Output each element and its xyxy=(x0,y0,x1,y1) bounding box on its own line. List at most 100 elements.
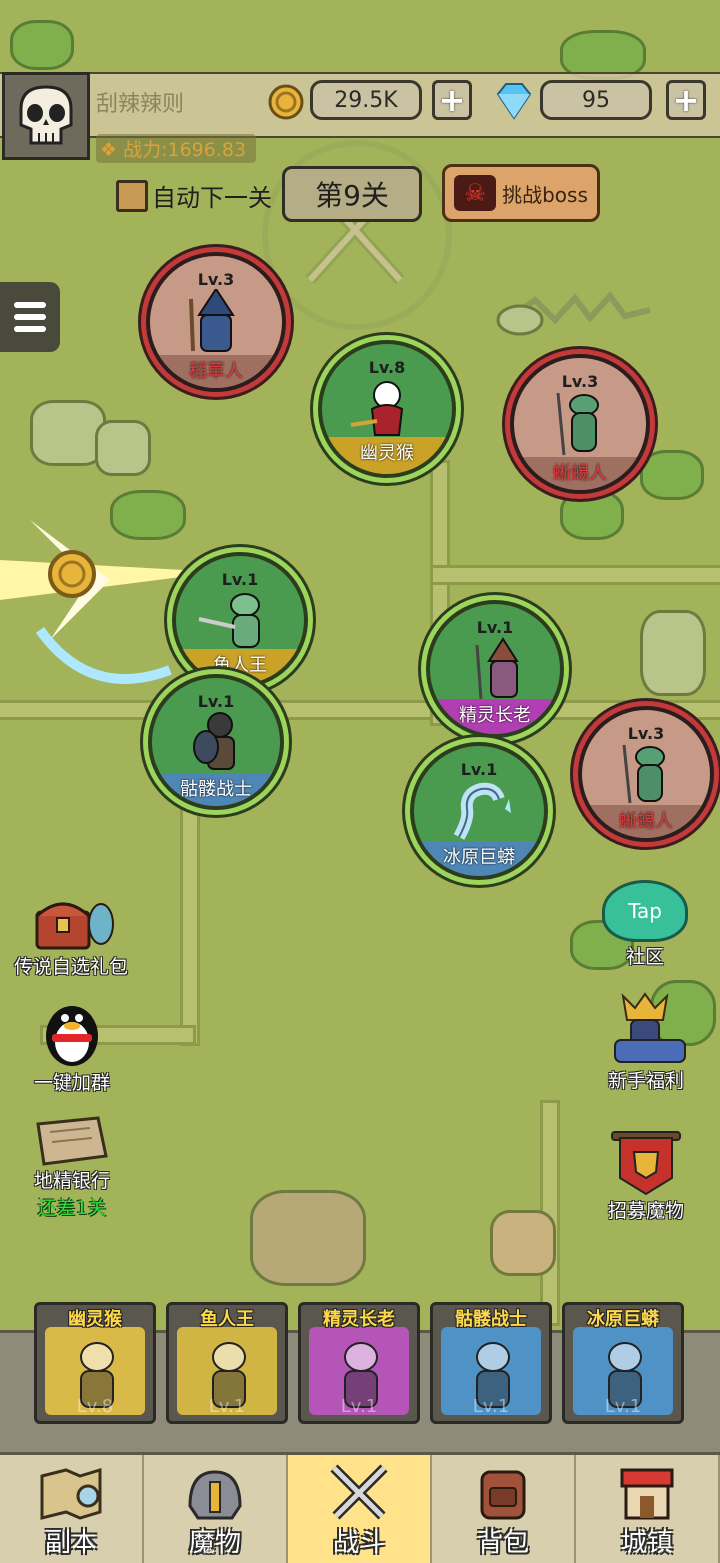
monster-level: Lv.1 xyxy=(197,692,235,711)
lizard-figure-icon xyxy=(582,743,710,805)
power-icon: ❖ xyxy=(100,139,118,161)
side-menu-button[interactable] xyxy=(0,282,60,352)
team-card-level: Lv.1 xyxy=(208,1396,246,1417)
stage-indicator: 第9关 xyxy=(282,166,422,222)
nav-dungeon[interactable]: 副本 xyxy=(0,1455,144,1563)
team-card[interactable]: 骷髅战士 Lv.1 xyxy=(430,1302,552,1424)
challenge-boss-button[interactable]: ☠ 挑战boss xyxy=(442,164,600,222)
tree xyxy=(640,450,704,500)
menu-line xyxy=(14,314,46,320)
skeleton-warrior-figure-icon xyxy=(152,711,280,773)
ally-monster-skeleton-warrior[interactable]: Lv.1 骷髅战士 xyxy=(148,674,284,810)
elf-elder-figure-icon xyxy=(430,637,560,699)
taptap-logo-icon: Tap xyxy=(602,880,688,942)
monster-level: Lv.1 xyxy=(221,570,259,589)
team-card-name: 骷髅战士 xyxy=(455,1309,527,1330)
ally-monster-elf-elder[interactable]: Lv.1 精灵长老 xyxy=(426,600,564,738)
auto-next-checkbox[interactable] xyxy=(116,179,148,212)
ally-monster-ghost-monkey[interactable]: Lv.8 幽灵猴 xyxy=(318,340,456,478)
enemy-monster-lizardman-2[interactable]: Lv.3 蜥蜴人 xyxy=(578,706,714,842)
community-button[interactable]: Tap 社区 xyxy=(600,880,690,969)
bank-book-icon xyxy=(36,1116,108,1166)
penguin-icon xyxy=(46,1006,98,1066)
tree xyxy=(10,20,74,70)
team-card[interactable]: 幽灵猴 Lv.8 xyxy=(34,1302,156,1424)
monster-level: Lv.3 xyxy=(627,724,665,743)
map-road xyxy=(430,565,720,585)
monster-level: Lv.1 xyxy=(460,760,498,779)
team-card-level: Lv.1 xyxy=(472,1396,510,1417)
community-label: 社区 xyxy=(625,946,664,968)
goblin-bank-label: 地精银行 xyxy=(33,1170,110,1192)
crossed-swords-icon xyxy=(330,1464,388,1520)
shop-icon xyxy=(620,1468,674,1520)
ally-monster-merman-king[interactable]: Lv.1 鱼人王 xyxy=(172,552,308,688)
nav-backpack[interactable]: 背包 xyxy=(432,1455,576,1563)
goblin-bank-status: 还差1关 xyxy=(37,1197,107,1219)
wizard-figure-icon xyxy=(150,289,282,355)
nav-battle[interactable]: 战斗 xyxy=(288,1455,432,1563)
nav-town-label: 城镇 xyxy=(620,1528,673,1558)
auto-next-toggle[interactable]: 自动下一关 xyxy=(116,178,272,213)
player-avatar[interactable] xyxy=(2,72,90,160)
enemy-monster-scarecrow[interactable]: Lv.3 稻草人 xyxy=(146,252,286,392)
player-name: 刮辣辣则 xyxy=(96,92,185,117)
team-card-level: Lv.8 xyxy=(76,1396,114,1417)
menu-line xyxy=(14,302,46,308)
add-gems-button[interactable]: + xyxy=(666,80,706,120)
hut xyxy=(490,1210,556,1276)
rock xyxy=(95,420,151,476)
rock xyxy=(640,610,706,696)
legend-gift-pack-button[interactable]: 传说自选礼包 xyxy=(6,888,136,979)
backpack-icon xyxy=(480,1470,526,1520)
tree xyxy=(560,490,624,540)
monster-level: Lv.3 xyxy=(197,270,235,289)
knight-portrait-icon xyxy=(614,992,686,1063)
enemy-monster-lizardman[interactable]: Lv.3 蜥蜴人 xyxy=(510,354,650,494)
gem-amount: 95 xyxy=(540,80,652,120)
recruit-monster-button[interactable]: 招募魔物 xyxy=(596,1128,696,1223)
team-card-name: 鱼人王 xyxy=(200,1309,254,1330)
nav-monsters[interactable]: 魔物 xyxy=(144,1455,288,1563)
treasure-chest-icon xyxy=(35,902,114,950)
ice-python-figure-icon xyxy=(414,779,544,841)
monster-level: Lv.8 xyxy=(368,358,406,377)
team-card-name: 冰原巨蟒 xyxy=(587,1309,659,1330)
ghost-monkey-figure-icon xyxy=(322,377,452,437)
newbie-welfare-button[interactable]: 新手福利 xyxy=(594,990,698,1093)
legend-gift-pack-label: 传说自选礼包 xyxy=(13,956,128,978)
combat-power-value: 战力:1696.83 xyxy=(123,139,247,161)
map-road xyxy=(180,800,200,1046)
recruit-banner-icon xyxy=(611,1131,681,1196)
challenge-boss-label: 挑战boss xyxy=(502,182,588,207)
auto-next-label: 自动下一关 xyxy=(152,184,272,212)
team-card-name: 精灵长老 xyxy=(323,1309,395,1330)
newbie-welfare-label: 新手福利 xyxy=(607,1070,684,1092)
team-card-level: Lv.1 xyxy=(604,1396,642,1417)
nav-town[interactable]: 城镇 xyxy=(576,1455,720,1563)
map-scroll-icon xyxy=(40,1467,102,1520)
nav-backpack-label: 背包 xyxy=(476,1528,529,1558)
boss-demon-icon: ☠ xyxy=(454,175,497,211)
diamond-icon xyxy=(496,83,532,120)
team-card-level: Lv.1 xyxy=(340,1396,378,1417)
taptap-logo-text: Tap xyxy=(628,899,662,923)
add-gold-button[interactable]: + xyxy=(432,80,472,120)
ruins xyxy=(250,1190,366,1286)
join-group-button[interactable]: 一键加群 xyxy=(22,996,122,1095)
join-group-label: 一键加群 xyxy=(33,1072,110,1094)
goblin-bank-button[interactable]: 地精银行 还差1关 xyxy=(22,1116,122,1220)
nav-battle-label: 战斗 xyxy=(332,1528,385,1558)
team-card[interactable]: 精灵长老 Lv.1 xyxy=(298,1302,420,1424)
dragon-skeleton xyxy=(496,291,651,336)
nav-monsters-label: 魔物 xyxy=(188,1528,241,1558)
ally-monster-ice-python[interactable]: Lv.1 冰原巨蟒 xyxy=(410,742,548,880)
bottom-nav: 副本 魔物 战斗 背包 城镇 xyxy=(0,1452,720,1563)
monster-level: Lv.3 xyxy=(561,372,599,391)
team-card[interactable]: 鱼人王 Lv.1 xyxy=(166,1302,288,1424)
lizard-figure-icon xyxy=(514,391,646,457)
nav-dungeon-label: 副本 xyxy=(44,1528,97,1558)
team-card[interactable]: 冰原巨蟒 Lv.1 xyxy=(562,1302,684,1424)
skull-avatar-icon xyxy=(19,85,73,145)
gold-coin-icon xyxy=(268,84,304,120)
